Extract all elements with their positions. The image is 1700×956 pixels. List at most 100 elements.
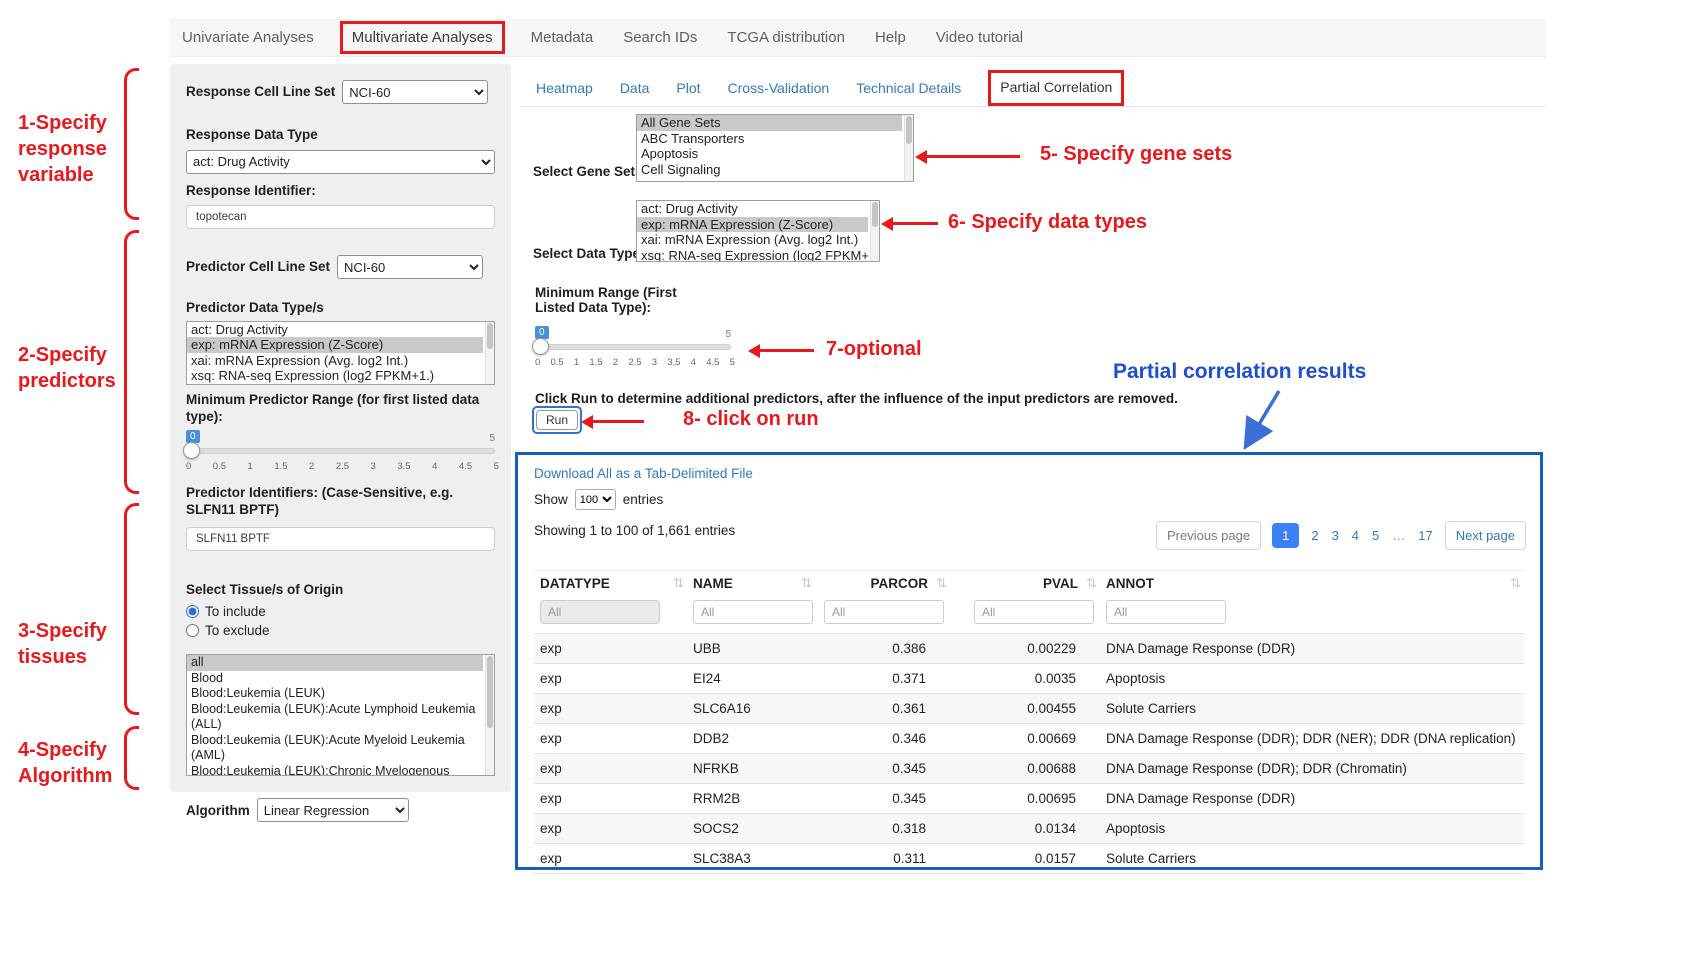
tab-technical-details[interactable]: Technical Details (856, 80, 961, 96)
listbox-option[interactable]: ABC Transporters (637, 131, 902, 147)
slider-tick-label: 5 (494, 461, 499, 472)
tissue-include-radio[interactable] (186, 605, 199, 618)
cell-parcor: 0.311 (815, 844, 950, 874)
arrow-to-data-types (892, 222, 938, 225)
nav-video-tutorial[interactable]: Video tutorial (936, 29, 1023, 46)
nav-multivariate-analyses[interactable]: Multivariate Analyses (340, 21, 505, 54)
scrollbar[interactable] (904, 115, 913, 181)
scrollbar-thumb[interactable] (487, 323, 493, 349)
nav-search-ids[interactable]: Search IDs (623, 29, 697, 46)
tab-plot[interactable]: Plot (676, 80, 700, 96)
filter-annot-input[interactable] (1106, 600, 1226, 624)
main-tabs: Heatmap Data Plot Cross-Validation Techn… (536, 70, 1124, 106)
sort-icon[interactable]: ⇅ (1086, 576, 1097, 591)
table-row[interactable]: exp NFRKB 0.345 0.00688 DNA Damage Respo… (534, 754, 1524, 784)
column-header-annot[interactable]: ANNOT⇅ (1100, 571, 1524, 597)
response-identifier-input[interactable] (186, 205, 495, 229)
listbox-option[interactable]: Blood (187, 671, 483, 687)
sort-icon[interactable]: ⇅ (1510, 576, 1521, 591)
slider-track[interactable] (186, 448, 495, 454)
page-button-3[interactable]: 3 (1331, 524, 1340, 547)
scrollbar-thumb[interactable] (487, 656, 493, 728)
page-button-5[interactable]: 5 (1371, 524, 1380, 547)
response-data-type-select[interactable]: act: Drug Activity (186, 150, 495, 174)
slider-tick-label: 2 (309, 461, 314, 472)
scrollbar-thumb[interactable] (872, 202, 878, 227)
tab-partial-correlation[interactable]: Partial Correlation (1000, 79, 1112, 95)
listbox-option[interactable]: xai: mRNA Expression (Avg. log2 Int.) (187, 353, 483, 369)
slider-tick-label: 0.5 (551, 357, 564, 368)
nav-tcga-distribution[interactable]: TCGA distribution (727, 29, 845, 46)
column-header-pval[interactable]: PVAL⇅ (950, 571, 1100, 597)
sort-icon[interactable]: ⇅ (673, 576, 684, 591)
filter-datatype-input[interactable] (540, 600, 660, 624)
nav-univariate-analyses[interactable]: Univariate Analyses (182, 29, 314, 46)
previous-page-button[interactable]: Previous page (1156, 521, 1261, 550)
slider-handle[interactable] (183, 442, 200, 459)
min-range-slider[interactable]: 0 5 00.511.522.533.544.55 (535, 326, 731, 370)
predictor-data-types-listbox[interactable]: act: Drug Activity exp: mRNA Expression … (186, 321, 495, 385)
table-row[interactable]: exp SOCS2 0.318 0.0134 Apoptosis (534, 814, 1524, 844)
page-button-1[interactable]: 1 (1272, 523, 1299, 548)
tab-data[interactable]: Data (620, 80, 650, 96)
listbox-option[interactable]: Blood:Leukemia (LEUK):Acute Lymphoid Leu… (187, 702, 483, 733)
entries-per-page-select[interactable]: 100 (575, 489, 616, 510)
filter-pval-input[interactable] (974, 600, 1094, 624)
tissue-exclude-option[interactable]: To exclude (186, 623, 495, 638)
filter-name-input[interactable] (693, 600, 813, 624)
column-header-datatype[interactable]: DATATYPE⇅ (534, 571, 687, 597)
scrollbar-thumb[interactable] (906, 116, 912, 144)
download-all-link[interactable]: Download All as a Tab-Delimited File (534, 466, 753, 481)
scrollbar[interactable] (485, 322, 494, 384)
table-row[interactable]: exp UBB 0.386 0.00229 DNA Damage Respons… (534, 634, 1524, 664)
scrollbar[interactable] (870, 201, 879, 261)
nav-help[interactable]: Help (875, 29, 906, 46)
slider-track[interactable] (535, 344, 731, 350)
listbox-option[interactable]: xsq: RNA-seq Expression (log2 FPKM+1.) (637, 248, 868, 263)
listbox-option-selected[interactable]: exp: mRNA Expression (Z-Score) (187, 337, 483, 353)
page-button-2[interactable]: 2 (1310, 524, 1319, 547)
listbox-option-selected[interactable]: all (187, 655, 483, 671)
tissue-listbox[interactable]: all Blood Blood:Leukemia (LEUK) Blood:Le… (186, 654, 495, 776)
column-header-parcor[interactable]: PARCOR⇅ (815, 571, 950, 597)
tab-cross-validation[interactable]: Cross-Validation (728, 80, 830, 96)
listbox-option[interactable]: xai: mRNA Expression (Avg. log2 Int.) (637, 232, 868, 248)
listbox-option[interactable]: Blood:Leukemia (LEUK) (187, 686, 483, 702)
page-button-4[interactable]: 4 (1351, 524, 1360, 547)
table-row[interactable]: exp EI24 0.371 0.0035 Apoptosis (534, 664, 1524, 694)
listbox-option[interactable]: act: Drug Activity (637, 201, 868, 217)
listbox-option-selected[interactable]: All Gene Sets (637, 115, 902, 131)
sort-icon[interactable]: ⇅ (801, 576, 812, 591)
table-row[interactable]: exp SLC38A3 0.311 0.0157 Solute Carriers (534, 844, 1524, 874)
next-page-button[interactable]: Next page (1445, 521, 1526, 550)
data-types-listbox[interactable]: act: Drug Activity exp: mRNA Expression … (636, 200, 880, 262)
min-predictor-range-slider[interactable]: 0 5 00.511.522.533.544.55 (186, 430, 495, 474)
algorithm-select[interactable]: Linear Regression (257, 798, 409, 822)
tissue-include-option[interactable]: To include (186, 604, 495, 619)
table-row[interactable]: exp RRM2B 0.345 0.00695 DNA Damage Respo… (534, 784, 1524, 814)
table-row[interactable]: exp DDB2 0.346 0.00669 DNA Damage Respon… (534, 724, 1524, 754)
gene-sets-listbox[interactable]: All Gene Sets ABC Transporters Apoptosis… (636, 114, 914, 182)
cell-annot: DNA Damage Response (DDR) (1100, 784, 1524, 814)
predictor-cell-line-set-select[interactable]: NCI-60 (337, 255, 483, 279)
listbox-option-selected[interactable]: exp: mRNA Expression (Z-Score) (637, 217, 868, 233)
listbox-option[interactable]: xsq: RNA-seq Expression (log2 FPKM+1.) (187, 368, 483, 384)
listbox-option[interactable]: act: Drug Activity (187, 322, 483, 338)
listbox-option[interactable]: Cell Signaling (637, 162, 902, 178)
response-cell-line-set-select[interactable]: NCI-60 (342, 80, 488, 104)
nav-metadata[interactable]: Metadata (531, 29, 594, 46)
predictor-identifiers-input[interactable] (186, 527, 495, 551)
scrollbar[interactable] (485, 655, 494, 775)
listbox-option[interactable]: Blood:Leukemia (LEUK):Acute Myeloid Leuk… (187, 733, 483, 764)
column-header-name[interactable]: NAME⇅ (687, 571, 815, 597)
run-button[interactable]: Run (536, 410, 578, 430)
filter-parcor-input[interactable] (824, 600, 944, 624)
table-row[interactable]: exp SLC6A16 0.361 0.00455 Solute Carrier… (534, 694, 1524, 724)
sort-icon[interactable]: ⇅ (936, 576, 947, 591)
tab-heatmap[interactable]: Heatmap (536, 80, 593, 96)
listbox-option[interactable]: Blood:Leukemia (LEUK):Chronic Myelogenou… (187, 764, 483, 777)
tissue-exclude-radio[interactable] (186, 624, 199, 637)
page-button-17[interactable]: 17 (1417, 524, 1433, 547)
slider-handle[interactable] (532, 338, 549, 355)
listbox-option[interactable]: Apoptosis (637, 146, 902, 162)
